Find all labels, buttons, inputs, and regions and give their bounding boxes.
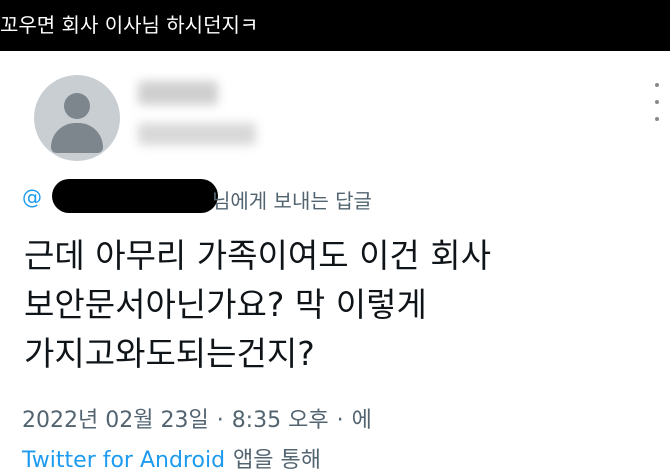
avatar-body (51, 123, 103, 153)
separator-dot: · (336, 408, 344, 433)
timestamp-trailing: 에 (351, 408, 372, 433)
tweet-time: 8:35 오후 (231, 408, 329, 433)
source-app-link[interactable]: Twitter for Android (22, 448, 225, 473)
tweet-date: 2022년 02월 23일 (22, 408, 209, 433)
blurred-display-name (138, 81, 218, 105)
tweet-source: Twitter for Android 앱을 통해 (22, 442, 321, 474)
default-profile-icon[interactable] (34, 75, 120, 161)
tweet-line: 가지고와도되는건지? (24, 334, 315, 373)
tweet-timestamp[interactable]: 2022년 02월 23일 · 8:35 오후 · 에 (22, 402, 372, 434)
tweet-card: @ 님에게 보내는 답글 근데 아무리 가족이여도 이건 회사 보안문서아닌가요… (0, 51, 670, 476)
reply-context-label: 님에게 보내는 답글 (212, 189, 372, 213)
tweet-line: 보안문서아닌가요? 막 이렇게 (24, 285, 427, 324)
tweet-line: 근데 아무리 가족이여도 이건 회사 (24, 236, 491, 275)
redacted-mention (52, 179, 218, 213)
separator-dot: · (216, 408, 224, 433)
caption-text: 꼬우면 회사 이사님 하시던지ㅋ (0, 13, 259, 37)
blurred-username (138, 123, 256, 145)
top-caption-bar: 꼬우면 회사 이사님 하시던지ㅋ (0, 0, 670, 51)
source-suffix: 앱을 통해 (233, 448, 321, 473)
reply-at-sign: @ (22, 185, 42, 209)
tweet-body: 근데 아무리 가족이여도 이건 회사 보안문서아닌가요? 막 이렇게 가지고와도… (24, 231, 654, 378)
more-vertical-icon[interactable] (650, 77, 664, 127)
avatar-head (64, 93, 90, 119)
